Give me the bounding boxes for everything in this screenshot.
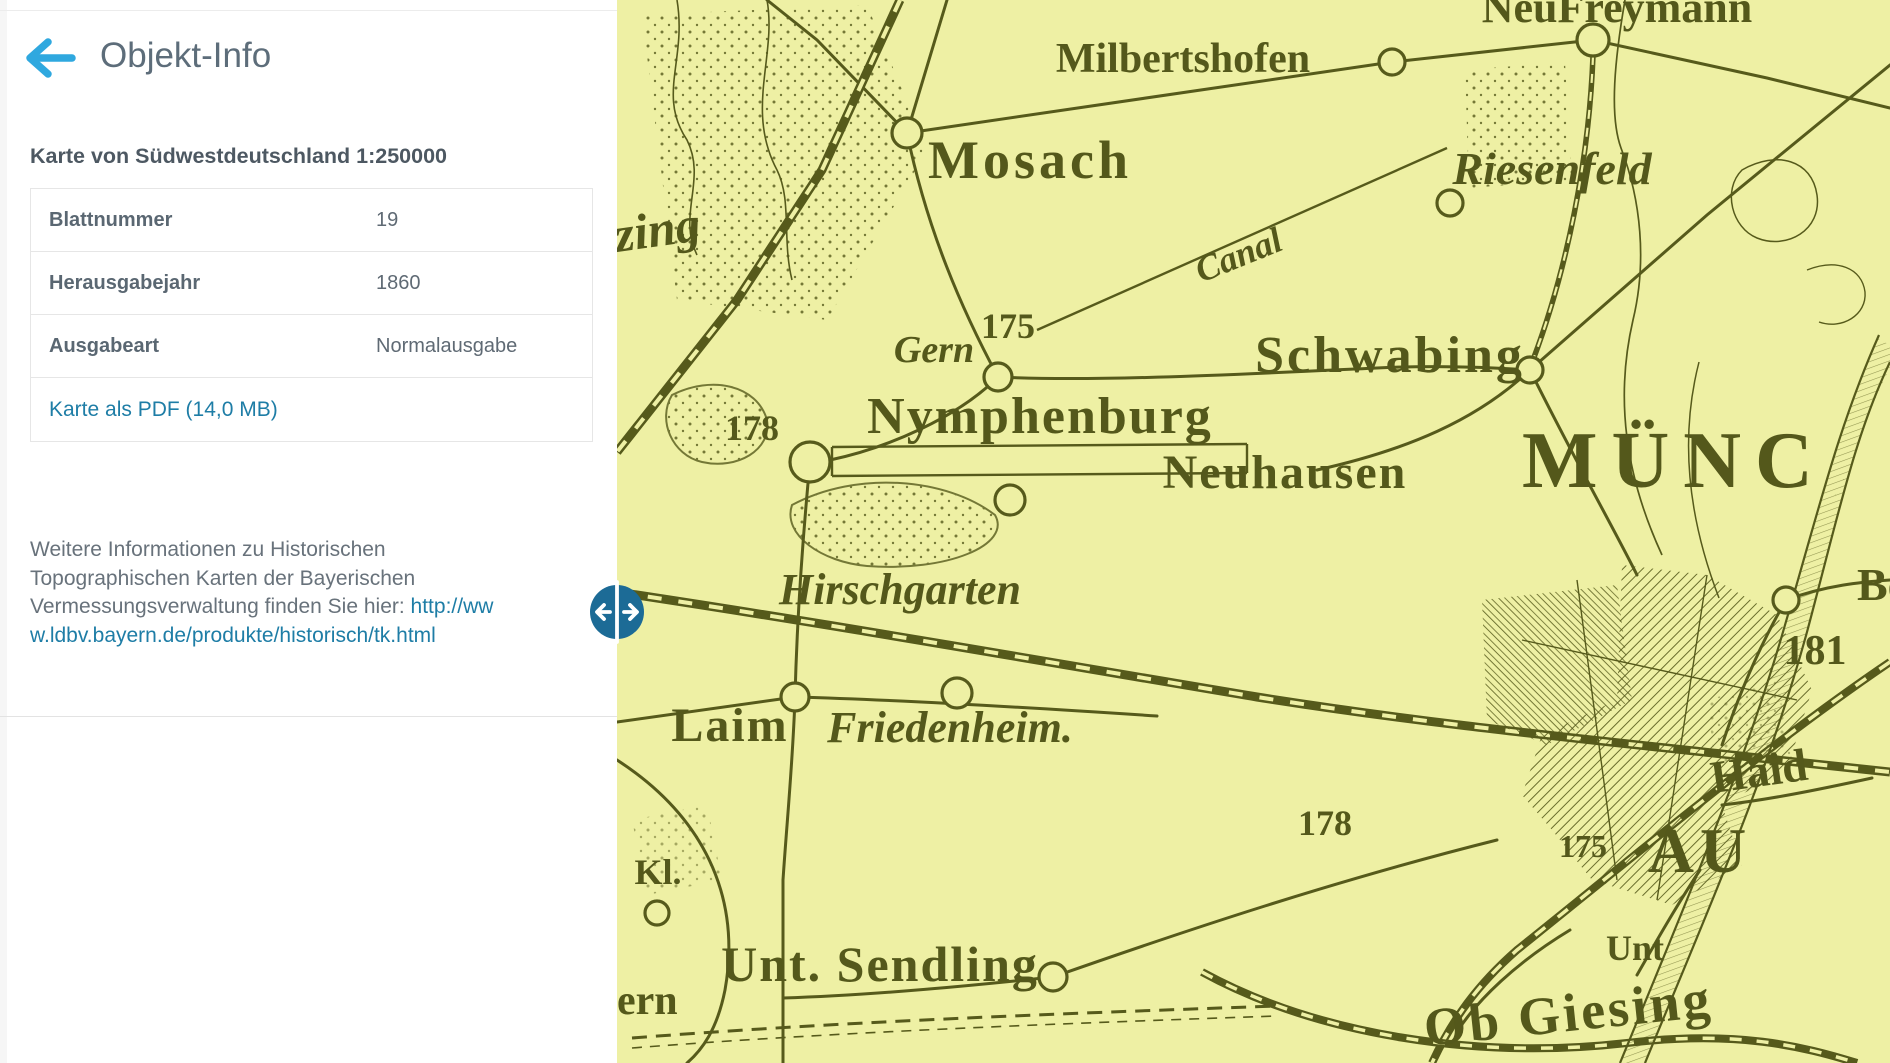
map-label-bogenhausen: Bo [1857,559,1890,610]
map-label-kl: Kl. [634,852,681,892]
map-label-mosach: Mosach [928,130,1132,190]
page-title: Objekt-Info [100,33,271,79]
layer-swipe-handle[interactable] [588,578,646,646]
info-text: Weitere Informationen zu Historischen To… [30,538,415,618]
attribute-value: 19 [376,209,398,232]
historical-map-viewport[interactable]: NeuFreymann Milbertshofen Mosach Riesenf… [617,0,1890,1063]
map-label-nymphenburg: Nymphenburg [867,388,1213,445]
back-arrow-icon [24,70,78,85]
map-label-muenchen: MÜNC [1522,417,1827,505]
back-button[interactable] [24,34,78,82]
map-label-elevation-175: 175 [981,306,1035,346]
panel-bottom-divider [0,716,617,717]
map-label-hirschgarten: Hirschgarten [778,565,1021,614]
map-label-neufreymann: NeuFreymann [1482,0,1753,32]
map-label-elevation-178-south: 178 [1298,803,1352,843]
app-window: Objekt-Info Karte von Südwestdeutschland… [0,0,1890,1063]
map-label-laim: Laim [671,699,788,752]
map-label-gern: Gern [894,329,974,371]
further-info-text: Weitere Informationen zu Historischen To… [30,536,512,650]
map-label-elevation-175-south: 175 [1559,828,1607,864]
object-info-panel: Objekt-Info Karte von Südwestdeutschland… [0,0,617,1063]
panel-edge-strip [0,0,7,1063]
swipe-left-right-icon [588,634,646,649]
map-label-schwabing: Schwabing [1255,327,1525,384]
map-sheet-heading: Karte von Südwestdeutschland 1:250000 [30,144,447,169]
attribute-table: Blattnummer 19 Herausgabejahr 1860 Ausga… [30,188,593,442]
map-label-unt: Unt [1606,928,1664,968]
map-label-au: AU [1648,815,1752,886]
map-label-elevation-178: 178 [725,408,779,448]
attribute-value: Normalausgabe [376,335,517,358]
map-label-riesenfeld: Riesenfeld [1451,143,1652,194]
attribute-label: Blattnummer [31,209,376,232]
pdf-download-link[interactable]: Karte als PDF (14,0 MB) [31,398,278,422]
panel-top-divider [0,10,617,11]
attribute-label: Herausgabejahr [31,272,376,295]
map-label-unt-sendling: Unt. Sendling [721,936,1039,992]
attribute-value: 1860 [376,272,421,295]
attribute-label: Ausgabeart [31,335,376,358]
table-row: Karte als PDF (14,0 MB) [31,378,592,441]
historical-map-image: NeuFreymann Milbertshofen Mosach Riesenf… [617,0,1890,1063]
map-label-elevation-181: 181 [1784,628,1847,674]
map-label-neuhausen: Neuhausen [1163,446,1408,499]
table-row: Herausgabejahr 1860 [31,252,592,315]
map-label-milbertshofen: Milbertshofen [1056,36,1310,82]
map-label-ern: ern [617,978,678,1024]
map-label-friedenheim: Friedenheim. [826,703,1073,752]
table-row: Ausgabeart Normalausgabe [31,315,592,378]
table-row: Blattnummer 19 [31,189,592,252]
